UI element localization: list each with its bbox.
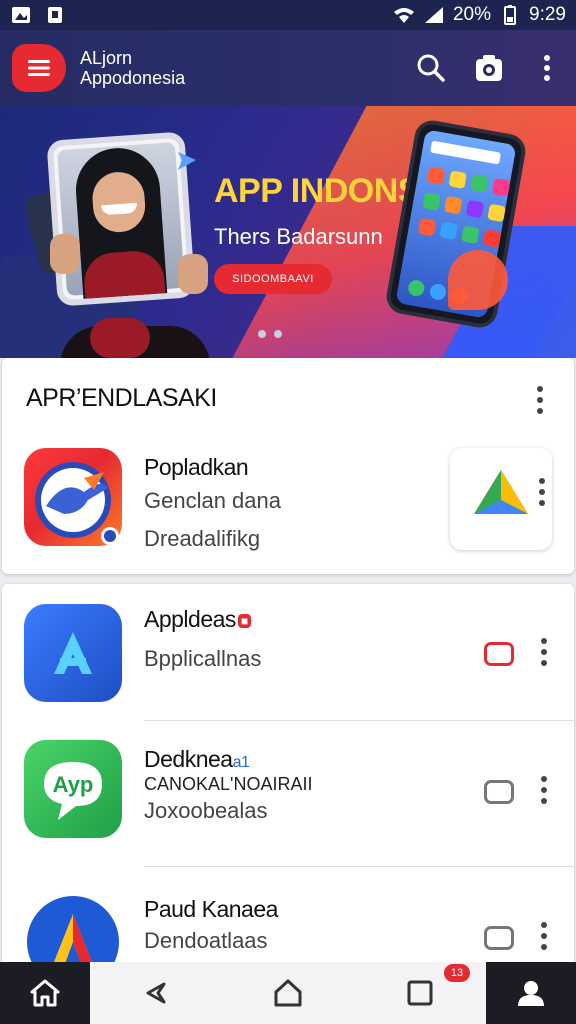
image-icon [10,5,32,25]
app-description: Genclan dana [144,488,281,513]
app-description: Bpplicallnas [144,646,262,671]
home-icon [30,979,60,1007]
colorful-a-app-icon [24,886,122,974]
carousel-dot-active[interactable] [258,330,266,338]
menu-icon [28,60,50,76]
more-vert-icon [544,55,550,81]
app-list-card: Appldeas ■ Bpplicallnas Ayp Dedkneaa1 CAN… [2,584,574,974]
back-icon [146,982,166,1004]
list-divider [144,866,574,867]
nav-back[interactable] [90,962,222,1024]
menu-button[interactable] [12,44,66,92]
app-title-line1: ALjorn [80,48,133,68]
banner-cta-button[interactable]: SIDOOMBAAVI [214,264,332,294]
app-list-item[interactable]: Appldeas ■ Bpplicallnas [2,602,574,706]
featured-section-card: APR’ENDLASAKI Popladkan Genclan dana Dre… [2,358,574,574]
ayp-chat-app-icon: Ayp [24,740,122,838]
house-outline-icon [274,979,302,1007]
search-icon [417,54,445,82]
battery-percent: 20% [452,4,492,25]
app-more-button[interactable] [539,776,549,804]
carousel-dot[interactable] [274,330,282,338]
app-description: Dendoatlaas [144,928,268,953]
notification-icon [44,5,66,25]
app-title-line2: Appodonesia [80,68,186,88]
nav-home[interactable] [0,962,90,1024]
app-name: Popladkan [144,454,249,480]
search-button[interactable] [414,51,448,85]
app-name: Dedkneaa1 [144,746,250,772]
app-developer: Dreadalifikg [144,526,261,551]
tablet-illustration [46,131,196,307]
pelican-app-icon [24,448,122,546]
app-list-item[interactable]: Paud Kanaea Dendoatlaas [2,884,574,974]
battery-icon [499,5,521,25]
more-options-button[interactable] [530,51,564,85]
chat-bubble-decor [448,250,508,310]
hand-illustration [178,254,208,294]
svg-text:Ayp: Ayp [53,772,94,797]
app-title: ALjorn Appodonesia [80,48,185,88]
camera-icon [476,55,502,81]
update-badge: ■ [237,613,251,628]
featured-app-more-button[interactable] [537,478,547,506]
app-list-item[interactable]: Ayp Dedkneaa1 CANOKAL'NOAIRAII Joxoobeal… [2,740,574,844]
featured-app-row[interactable]: Popladkan Genclan dana Dreadalifikg [2,448,574,558]
app-more-button[interactable] [539,922,549,950]
nav-house[interactable] [222,962,354,1024]
list-divider [144,720,574,721]
profile-icon [518,981,544,1006]
status-bar: 20% 9:29 [0,0,576,30]
app-description: Joxoobealas [144,798,268,823]
promo-banner[interactable]: APP INDONSIA Thers Badarsunn SIDOOMBAAVI [0,106,576,358]
screen: 20% 9:29 ALjorn Appodonesia APP INDONSIA… [0,0,576,1024]
app-toggle[interactable] [484,642,514,666]
section-heading: APR’ENDLASAKI [26,384,217,412]
camera-button[interactable] [472,51,506,85]
app-more-button[interactable] [539,638,549,666]
app-bar: ALjorn Appodonesia [0,30,576,106]
clock: 9:29 [529,4,566,25]
carousel-indicator [258,330,282,338]
signal-icon [423,5,445,25]
app-name: Paud Kanaea [144,896,278,922]
app-name: Appldeas ■ [144,606,251,633]
nav-profile[interactable] [486,962,576,1024]
square-icon [407,980,433,1006]
section-more-button[interactable] [535,386,545,414]
notification-count-badge: 13 [444,964,470,982]
wifi-icon [393,5,415,25]
app-caption: CANOKAL'NOAIRAII [144,774,313,794]
blue-a-app-icon [24,604,122,702]
app-toggle[interactable] [484,926,514,950]
banner-subtitle: Thers Badarsunn [214,224,383,249]
play-arrow-icon [178,152,196,170]
bottom-navigation: 13 [0,962,576,1024]
hand-illustration [50,234,80,274]
app-toggle[interactable] [484,780,514,804]
person-scarf-illustration [90,318,150,358]
nav-recents[interactable]: 13 [354,962,486,1024]
